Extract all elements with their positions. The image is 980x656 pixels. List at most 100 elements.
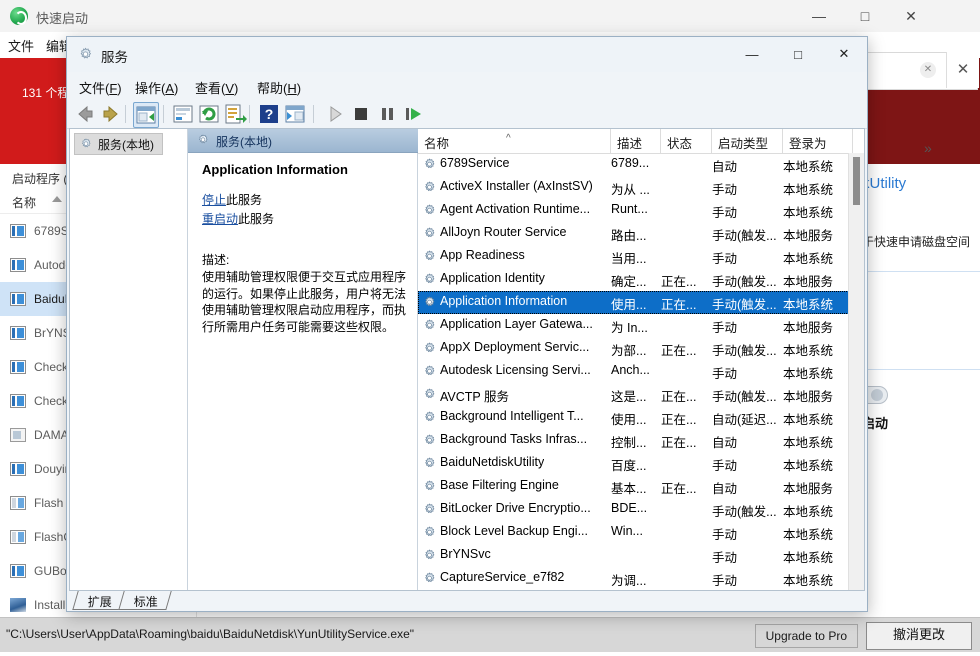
services-titlebar[interactable]: 服务 — □ ✕: [67, 37, 867, 73]
tab-standard[interactable]: 标准: [118, 591, 172, 610]
cell-status: 正在...: [661, 390, 697, 404]
revert-changes-button[interactable]: 撤消更改: [866, 622, 972, 650]
cell-status: 正在...: [661, 275, 697, 289]
gear-icon: [425, 342, 435, 353]
cell-description: 为从 ...: [611, 183, 650, 197]
description-label: 描述:: [202, 253, 230, 267]
cell-startup-type: 自动: [712, 160, 738, 174]
cell-logon-as: 本地服务: [783, 229, 834, 243]
cell-startup-type: 手动: [712, 321, 738, 335]
services-list-row[interactable]: AllJoyn Router Service 路由... 手动(触发... 本地服务: [418, 222, 849, 245]
background-app-titlebar: 快速启动 — □ ✕: [0, 0, 980, 33]
cell-name: AVCTP 服务: [440, 390, 509, 404]
forward-icon[interactable]: [99, 102, 123, 126]
stop-service-link[interactable]: 停止此服务: [202, 191, 406, 208]
cell-name: BrYNSvc: [440, 547, 491, 561]
services-menu-file[interactable]: 文件(F): [79, 78, 122, 97]
window-icon: [10, 326, 26, 340]
cell-name: Autodesk Licensing Servi...: [440, 363, 591, 377]
services-body: 服务(本地) 服务(本地) Application Information 停止…: [69, 128, 865, 591]
services-list-row[interactable]: Application Identity 确定... 正在... 手动(触发... 本地…: [418, 268, 849, 291]
column-header-name[interactable]: 名称: [418, 129, 611, 153]
services-list-row[interactable]: Application Information 使用... 正在... 手动(触发..…: [418, 291, 849, 314]
services-list-row[interactable]: BitLocker Drive Encryptio... BDE... 手动(触发.…: [418, 498, 849, 521]
restart-service-icon[interactable]: [401, 102, 425, 126]
back-icon[interactable]: [73, 102, 97, 126]
help-icon[interactable]: ?: [257, 102, 281, 126]
refresh-icon[interactable]: [197, 102, 221, 126]
background-close-button[interactable]: ✕: [888, 0, 934, 32]
scrollbar-thumb[interactable]: [853, 157, 860, 205]
cell-name: App Readiness: [440, 248, 525, 262]
restart-service-link[interactable]: 重启动此服务: [202, 210, 406, 227]
cell-startup-type: 手动: [712, 252, 738, 266]
services-menu-action[interactable]: 操作(A): [135, 78, 178, 97]
panel-icon: [10, 496, 26, 510]
window-icon: [10, 258, 26, 272]
background-app-title: 快速启动: [36, 11, 89, 26]
services-list-row[interactable]: AVCTP 服务 这是... 正在... 手动(触发... 本地服务: [418, 383, 849, 406]
chevron-double-right-icon[interactable]: »: [924, 140, 932, 156]
services-list-row[interactable]: ActiveX Installer (AxInstSV) 为从 ... 手动 本地系统: [418, 176, 849, 199]
services-list-row[interactable]: CaptureService_e7f82 为调... 手动 本地系统: [418, 567, 849, 590]
clear-search-icon[interactable]: ✕: [920, 62, 936, 78]
upgrade-to-pro-button[interactable]: Upgrade to Pro: [754, 624, 858, 648]
cell-logon-as: 本地系统: [783, 459, 834, 473]
services-list-row[interactable]: Block Level Backup Engi... Win... 手动 本地系统: [418, 521, 849, 544]
export-list-icon[interactable]: [223, 102, 247, 126]
tree-item-services-local[interactable]: 服务(本地): [74, 133, 163, 155]
services-menu-view[interactable]: 查看(V): [195, 78, 238, 97]
column-header-description[interactable]: 描述: [611, 129, 661, 153]
selected-service-name: Application Information: [202, 162, 348, 177]
column-header-status[interactable]: 状态: [661, 129, 712, 153]
services-list-row[interactable]: Application Layer Gatewa... 为 In... 手动 本地服务: [418, 314, 849, 337]
services-title: 服务: [101, 50, 128, 65]
services-minimize-button[interactable]: —: [729, 37, 775, 71]
background-detail-divider-2: [862, 369, 980, 370]
cell-status: 正在...: [661, 436, 697, 450]
cell-description: 基本...: [611, 482, 647, 496]
menu-file[interactable]: 文件: [8, 36, 34, 55]
pause-service-icon[interactable]: [375, 102, 399, 126]
cell-name: BitLocker Drive Encryptio...: [440, 501, 591, 515]
show-hide-tree-icon[interactable]: [133, 102, 159, 128]
services-list-rows: 6789Service 6789... 自动 本地系统 ActiveX Installe…: [418, 153, 849, 590]
services-menu-help[interactable]: 帮助(H): [257, 78, 301, 97]
services-list-row[interactable]: Background Tasks Infras... 控制... 正在... 自动 本地…: [418, 429, 849, 452]
services-list-scrollbar[interactable]: [848, 153, 864, 590]
services-close-button[interactable]: ✕: [821, 37, 867, 71]
cell-startup-type: 手动(触发...: [712, 390, 777, 404]
cell-status: 正在...: [661, 413, 697, 427]
sort-ascending-icon: ^: [506, 133, 511, 144]
cell-logon-as: 本地系统: [783, 551, 834, 565]
background-banner-count: 131 个程: [22, 86, 70, 100]
services-list-row[interactable]: 6789Service 6789... 自动 本地系统: [418, 153, 849, 176]
services-list-row[interactable]: AppX Deployment Servic... 为部... 正在... 手动(触发…: [418, 337, 849, 360]
services-list-row[interactable]: Background Intelligent T... 使用... 正在... 自动(…: [418, 406, 849, 429]
services-list-row[interactable]: BaiduNetdiskUtility 百度... 手动 本地系统: [418, 452, 849, 475]
tab-extended[interactable]: 扩展: [72, 591, 126, 610]
services-tree-panel: 服务(本地): [70, 129, 188, 590]
properties-icon[interactable]: [171, 102, 195, 126]
cell-description: Win...: [611, 524, 643, 538]
cell-logon-as: 本地服务: [783, 482, 834, 496]
background-minimize-button[interactable]: —: [796, 0, 842, 32]
stop-service-icon[interactable]: [349, 102, 373, 126]
gear-icon: [425, 273, 435, 284]
cell-description: 百度...: [611, 459, 647, 473]
start-service-icon[interactable]: [323, 102, 347, 126]
background-maximize-button[interactable]: □: [842, 0, 888, 32]
cell-startup-type: 手动: [712, 367, 738, 381]
services-list-row[interactable]: Agent Activation Runtime... Runt... 手动 本地系统: [418, 199, 849, 222]
services-list-row[interactable]: Autodesk Licensing Servi... Anch... 手动 本地系统: [418, 360, 849, 383]
services-list-row[interactable]: Base Filtering Engine 基本... 正在... 自动 本地服务: [418, 475, 849, 498]
cell-name: Background Intelligent T...: [440, 409, 584, 423]
close-search-icon[interactable]: ✕: [946, 52, 979, 88]
services-list-row[interactable]: BrYNSvc 手动 本地系统: [418, 544, 849, 567]
gear-icon: [425, 549, 435, 560]
services-maximize-button[interactable]: □: [775, 37, 821, 71]
services-list-row[interactable]: App Readiness 当用... 手动 本地系统: [418, 245, 849, 268]
column-header-logon-as[interactable]: 登录为: [783, 129, 853, 153]
show-console-icon[interactable]: [283, 102, 307, 126]
column-header-startup-type[interactable]: 启动类型: [712, 129, 783, 153]
